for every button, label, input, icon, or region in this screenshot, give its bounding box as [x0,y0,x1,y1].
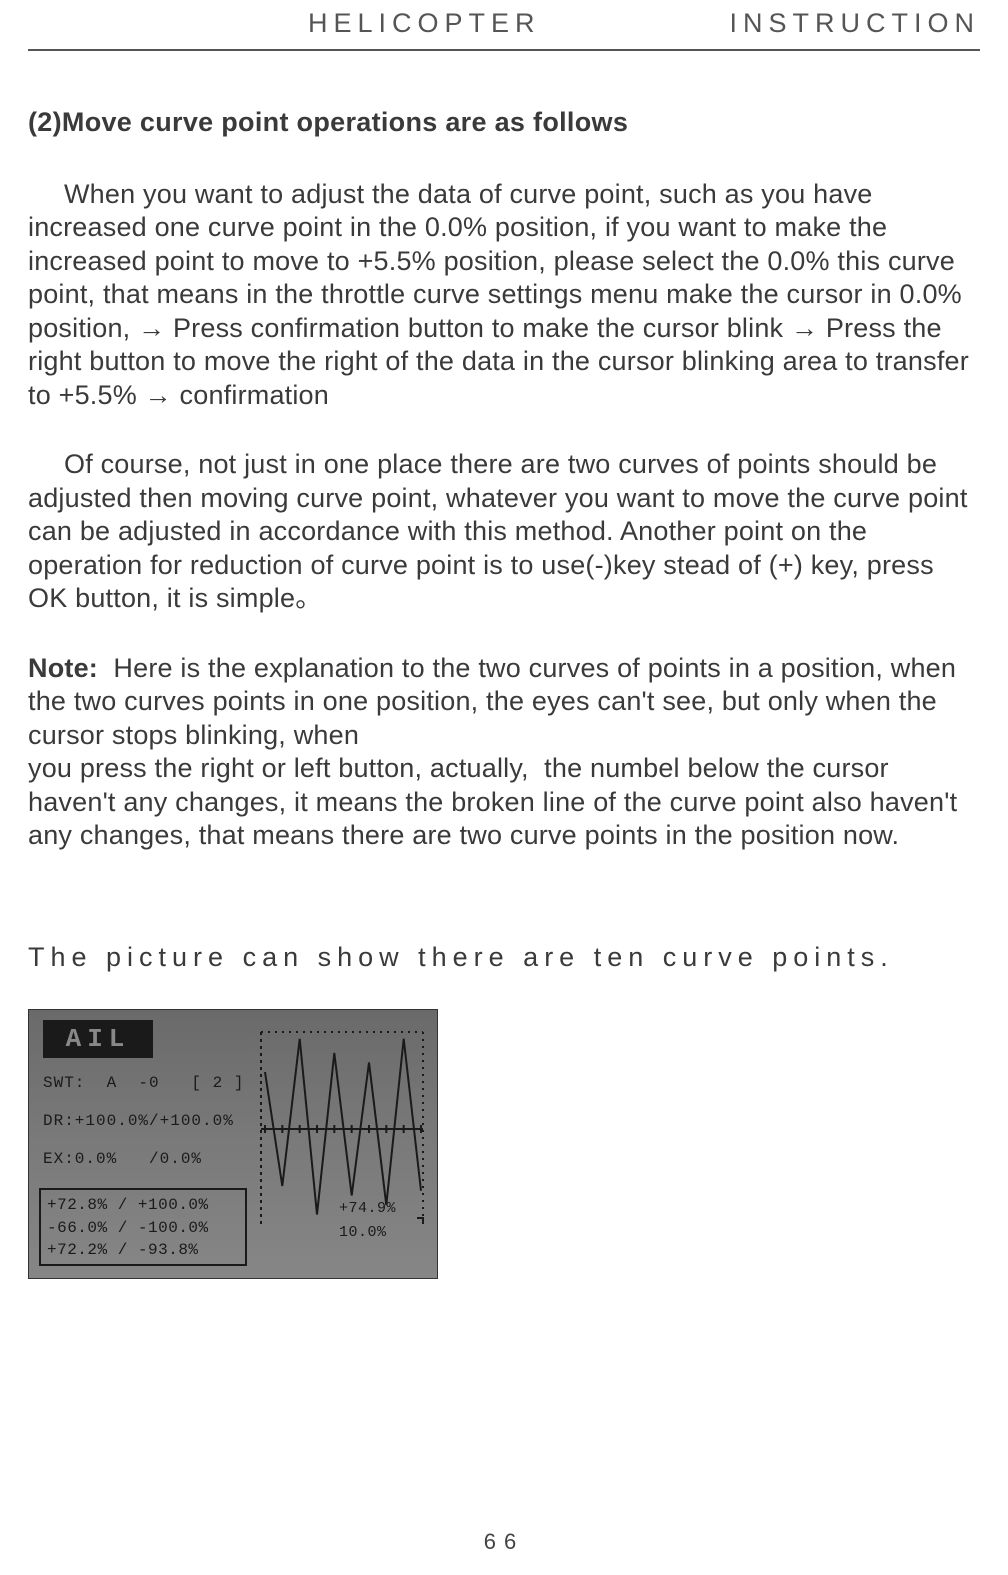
lcd-box-row2: -66.0% / -100.0% [47,1219,209,1237]
lcd-title: AIL [43,1020,153,1058]
lcd-values-box: +72.8% / +100.0% -66.0% / -100.0% +72.2%… [39,1188,247,1266]
header-right: INSTRUCTION [730,8,981,39]
note-label: Note: [28,653,98,683]
paragraph-2: Of course, not just in one place there a… [28,448,980,615]
lcd-chart-value-top: +74.9% [339,1200,396,1217]
lcd-box-row1: +72.8% / +100.0% [47,1196,209,1214]
page-header: HELICOPTER INSTRUCTION [28,0,980,51]
lcd-box-row3: +72.2% / -93.8% [47,1241,199,1259]
section-title: (2)Move curve point operations are as fo… [28,107,980,138]
paragraph-1: When you want to adjust the data of curv… [28,178,980,412]
lcd-ex-line: EX:0.0% /0.0% [43,1150,202,1168]
lcd-screenshot: AIL SWT: A -0 [ 2 ] DR:+100.0%/+100.0% E… [28,1009,438,1279]
note-paragraph: Note: Here is the explanation to the two… [28,652,980,853]
figure-caption: The picture can show there are ten curve… [28,942,980,973]
page-number: 66 [0,1529,1008,1555]
lcd-chart-value-bot: 10.0% [339,1224,387,1241]
lcd-swt-line: SWT: A -0 [ 2 ] [43,1074,244,1092]
note-body: Here is the explanation to the two curve… [28,653,965,850]
lcd-dr-line: DR:+100.0%/+100.0% [43,1112,234,1130]
header-left: HELICOPTER [28,8,541,39]
